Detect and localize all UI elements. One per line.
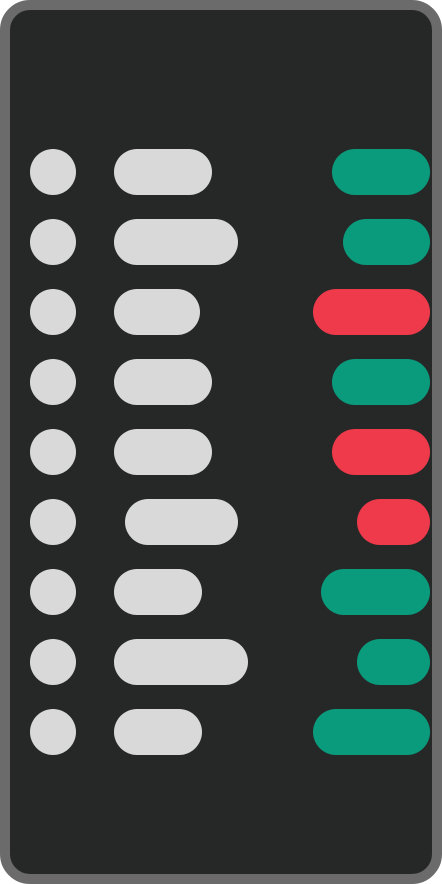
list-item[interactable] [30,699,430,769]
list-item[interactable] [30,139,430,209]
status-badge [332,359,430,405]
status-badge [343,219,430,265]
status-badge [357,639,430,685]
label-placeholder [114,569,202,615]
list-item[interactable] [30,209,430,279]
avatar [30,219,76,265]
list-item[interactable] [30,419,430,489]
status-badge [332,149,430,195]
avatar [30,709,76,755]
avatar [30,149,76,195]
status-badge [357,499,430,545]
label-placeholder [114,149,212,195]
avatar [30,569,76,615]
list-item[interactable] [30,349,430,419]
list-item[interactable] [30,489,430,559]
label-placeholder [114,639,248,685]
avatar [30,639,76,685]
status-badge [321,569,430,615]
avatar [30,499,76,545]
list-item[interactable] [30,559,430,629]
label-placeholder [114,219,238,265]
status-badge [313,709,430,755]
list-item[interactable] [30,629,430,699]
avatar [30,289,76,335]
label-placeholder [114,429,212,475]
status-badge [313,289,430,335]
label-placeholder [114,359,212,405]
label-placeholder [114,289,200,335]
list-item[interactable] [30,279,430,349]
avatar [30,429,76,475]
label-placeholder [125,499,238,545]
status-badge [332,429,430,475]
label-placeholder [114,709,202,755]
avatar [30,359,76,405]
item-list [30,139,430,769]
device-frame [0,0,442,884]
